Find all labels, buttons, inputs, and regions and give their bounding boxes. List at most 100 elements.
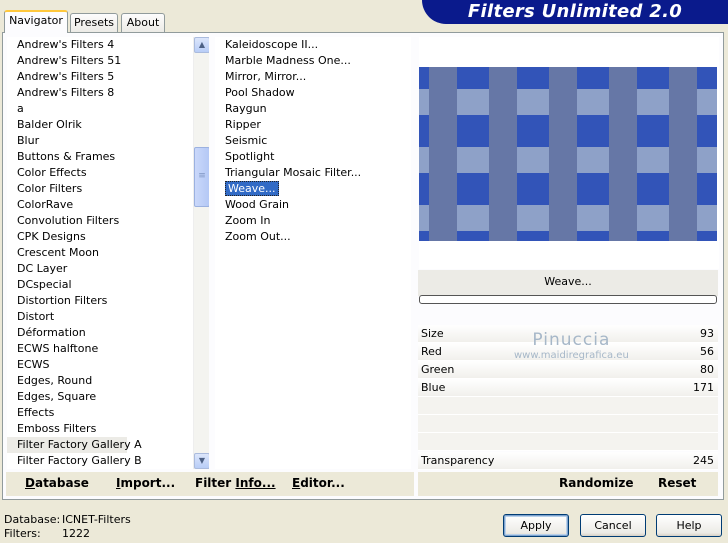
scroll-up-icon[interactable]: ▲ xyxy=(194,37,209,53)
app-banner-title: Filters Unlimited 2.0 xyxy=(422,0,728,24)
database-button[interactable]: Database xyxy=(25,476,89,490)
param-value: 80 xyxy=(700,363,714,376)
preview-image xyxy=(419,67,717,241)
filter-item[interactable]: Kaleidoscope II... xyxy=(215,37,411,53)
param-name: Red xyxy=(421,345,442,358)
filter-item[interactable]: Spotlight xyxy=(215,149,411,165)
filter-item[interactable]: Weave... xyxy=(215,181,411,197)
filter-item-label: Spotlight xyxy=(225,150,275,163)
filter-item[interactable]: Raygun xyxy=(215,101,411,117)
scroll-down-icon[interactable]: ▼ xyxy=(194,453,209,469)
filter-info-button[interactable]: Filter Info... xyxy=(195,476,276,490)
scroll-thumb[interactable]: ≡ xyxy=(194,147,209,207)
param-name: Green xyxy=(421,363,455,376)
category-item[interactable]: Andrew's Filters 5 xyxy=(7,69,209,85)
category-item[interactable]: Edges, Round xyxy=(7,373,209,389)
category-item[interactable]: Filter Factory Gallery B xyxy=(7,453,209,469)
category-item[interactable]: Color Effects xyxy=(7,165,209,181)
filter-item-label: Marble Madness One... xyxy=(225,54,351,67)
watermark-name: Pinuccia xyxy=(532,330,611,350)
category-item[interactable]: Andrew's Filters 4 xyxy=(7,37,209,53)
param-row-empty xyxy=(418,415,718,433)
filter-item[interactable]: Mirror, Mirror... xyxy=(215,69,411,85)
filter-list: Kaleidoscope II... Marble Madness One... M… xyxy=(215,37,411,469)
category-item[interactable]: DC Layer xyxy=(7,261,209,277)
category-item[interactable]: CPK Designs xyxy=(7,229,209,245)
filter-item-label: Wood Grain xyxy=(225,198,289,211)
category-item[interactable]: Blur xyxy=(7,133,209,149)
param-transparency[interactable]: Transparency 245 xyxy=(418,452,718,470)
database-label: Database: xyxy=(4,513,61,526)
database-value: ICNET-Filters xyxy=(62,513,131,526)
reset-button[interactable]: Reset xyxy=(658,476,696,490)
filter-item-label: Triangular Mosaic Filter... xyxy=(225,166,362,179)
filter-item[interactable]: Marble Madness One... xyxy=(215,53,411,69)
category-item[interactable]: Convolution Filters xyxy=(7,213,209,229)
category-item[interactable]: Andrew's Filters 51 xyxy=(7,53,209,69)
filter-item[interactable]: Zoom In xyxy=(215,213,411,229)
category-item[interactable]: Distort xyxy=(7,309,209,325)
tab-navigator[interactable]: Navigator xyxy=(4,10,68,33)
watermark-url: www.maidiregrafica.eu xyxy=(514,350,629,361)
left-action-bar: Database Import... Filter Info... Editor… xyxy=(6,472,414,496)
param-green[interactable]: Green 80 xyxy=(418,361,718,379)
param-value: 56 xyxy=(700,345,714,358)
param-name: Blue xyxy=(421,381,446,394)
filter-item[interactable]: Pool Shadow xyxy=(215,85,411,101)
filters-count-value: 1222 xyxy=(62,527,90,540)
filter-item[interactable]: Wood Grain xyxy=(215,197,411,213)
param-name: Size xyxy=(421,327,444,340)
filter-item-label: Zoom In xyxy=(225,214,271,227)
param-value: 171 xyxy=(693,381,714,394)
category-item[interactable]: ColorRave xyxy=(7,197,209,213)
apply-button[interactable]: Apply xyxy=(503,514,569,537)
category-item[interactable]: a xyxy=(7,101,209,117)
category-item[interactable]: Distortion Filters xyxy=(7,293,209,309)
right-action-bar: Randomize Reset xyxy=(418,472,718,496)
filter-item-label: Mirror, Mirror... xyxy=(225,70,307,83)
category-item[interactable]: Andrew's Filters 8 xyxy=(7,85,209,101)
param-row-empty xyxy=(418,433,718,451)
category-item[interactable]: Déformation xyxy=(7,325,209,341)
category-item[interactable]: Crescent Moon xyxy=(7,245,209,261)
editor-button[interactable]: Editor... xyxy=(292,476,345,490)
category-item[interactable]: Color Filters xyxy=(7,181,209,197)
status-area: Database: ICNET-Filters Filters: 1222 xyxy=(4,513,131,541)
category-item[interactable]: Effects xyxy=(7,405,209,421)
progress-bar xyxy=(419,295,717,304)
category-scrollbar[interactable]: ▲ ≡ ▼ xyxy=(193,37,209,469)
import-button[interactable]: Import... xyxy=(116,476,175,490)
tab-about[interactable]: About xyxy=(121,13,165,32)
preview-filter-label: Weave... xyxy=(418,270,718,296)
filter-item-label: Weave... xyxy=(225,181,279,196)
filter-item-label: Pool Shadow xyxy=(225,86,295,99)
category-item[interactable]: ECWS halftone xyxy=(7,341,209,357)
param-blue[interactable]: Blue 171 xyxy=(418,379,718,397)
tab-presets[interactable]: Presets xyxy=(70,13,118,32)
randomize-button[interactable]: Randomize xyxy=(559,476,633,490)
cancel-button[interactable]: Cancel xyxy=(580,514,646,537)
filter-item[interactable]: Seismic xyxy=(215,133,411,149)
param-row-empty xyxy=(418,397,718,415)
category-item[interactable]: Filter Factory Gallery A xyxy=(7,437,142,453)
help-button[interactable]: Help xyxy=(656,514,722,537)
category-item[interactable]: ECWS xyxy=(7,357,209,373)
category-item[interactable]: Balder Olrik xyxy=(7,117,209,133)
filters-count-label: Filters: xyxy=(4,527,41,540)
filter-item[interactable]: Zoom Out... xyxy=(215,229,411,245)
category-item[interactable]: Edges, Square xyxy=(7,389,209,405)
param-value: 93 xyxy=(700,327,714,340)
filter-item-label: Raygun xyxy=(225,102,267,115)
filter-item-label: Kaleidoscope II... xyxy=(225,38,319,51)
category-item[interactable]: DCspecial xyxy=(7,277,209,293)
preview-area xyxy=(419,37,719,269)
param-name: Transparency xyxy=(421,454,495,467)
filter-item-label: Ripper xyxy=(225,118,261,131)
filter-item-label: Zoom Out... xyxy=(225,230,291,243)
filter-item[interactable]: Triangular Mosaic Filter... xyxy=(215,165,411,181)
category-item[interactable]: Emboss Filters xyxy=(7,421,209,437)
filter-item[interactable]: Ripper xyxy=(215,117,411,133)
param-value: 245 xyxy=(693,454,714,467)
category-item[interactable]: Buttons & Frames xyxy=(7,149,209,165)
filter-item-label: Seismic xyxy=(225,134,268,147)
